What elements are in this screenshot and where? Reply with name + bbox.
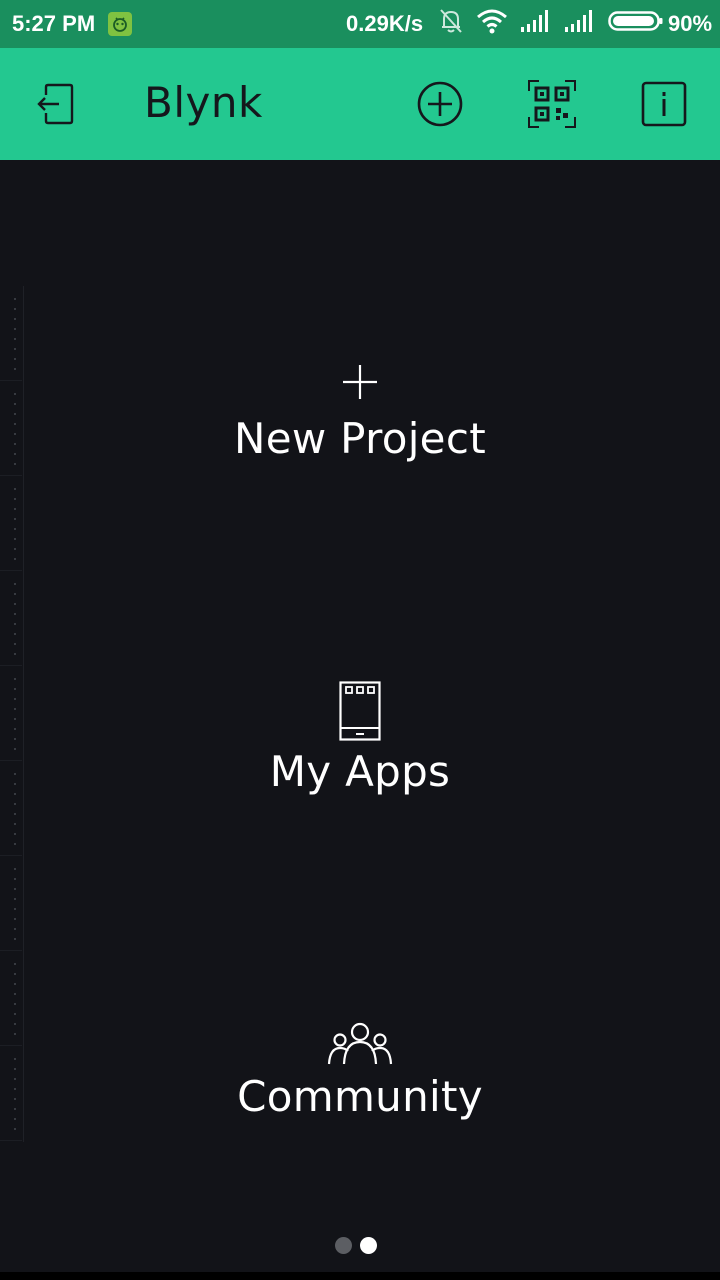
- bell-off-icon: [438, 7, 464, 41]
- page-dot-1[interactable]: [335, 1237, 352, 1254]
- page-dot-2-active[interactable]: [360, 1237, 377, 1254]
- community-label: Community: [237, 1072, 483, 1121]
- add-project-button[interactable]: [412, 76, 468, 132]
- status-bar: 5:27 PM 0.29K/s 90%: [0, 0, 720, 48]
- phone-app-icon: [339, 681, 381, 741]
- page-indicator: [335, 1237, 377, 1254]
- bottom-edge: [0, 1272, 720, 1280]
- info-button[interactable]: [636, 76, 692, 132]
- community-button[interactable]: Community: [0, 1022, 720, 1121]
- add-circle-icon: [417, 81, 463, 127]
- network-speed: 0.29K/s: [346, 11, 424, 36]
- status-time: 5:27 PM: [12, 11, 96, 36]
- my-apps-label: My Apps: [269, 747, 451, 796]
- signal-icon: [520, 9, 552, 39]
- info-icon: [641, 81, 687, 127]
- signal-icon: [564, 9, 596, 39]
- community-people-icon: [327, 1022, 393, 1065]
- battery-icon: [608, 10, 664, 38]
- app-bar: Blynk: [0, 48, 720, 160]
- new-project-label: New Project: [234, 414, 486, 463]
- app-title: Blynk: [144, 78, 263, 127]
- logout-icon: [37, 83, 74, 125]
- status-icons: [438, 7, 664, 41]
- battery-percent: 90%: [668, 11, 713, 36]
- wifi-icon: [476, 8, 508, 40]
- new-project-button[interactable]: New Project: [0, 364, 720, 463]
- logout-button[interactable]: [28, 76, 84, 132]
- qr-scan-button[interactable]: [524, 76, 580, 132]
- qr-scan-icon: [528, 80, 576, 128]
- plus-icon: [343, 365, 377, 399]
- my-apps-button[interactable]: My Apps: [0, 681, 720, 796]
- app-notification-icon: [108, 12, 132, 36]
